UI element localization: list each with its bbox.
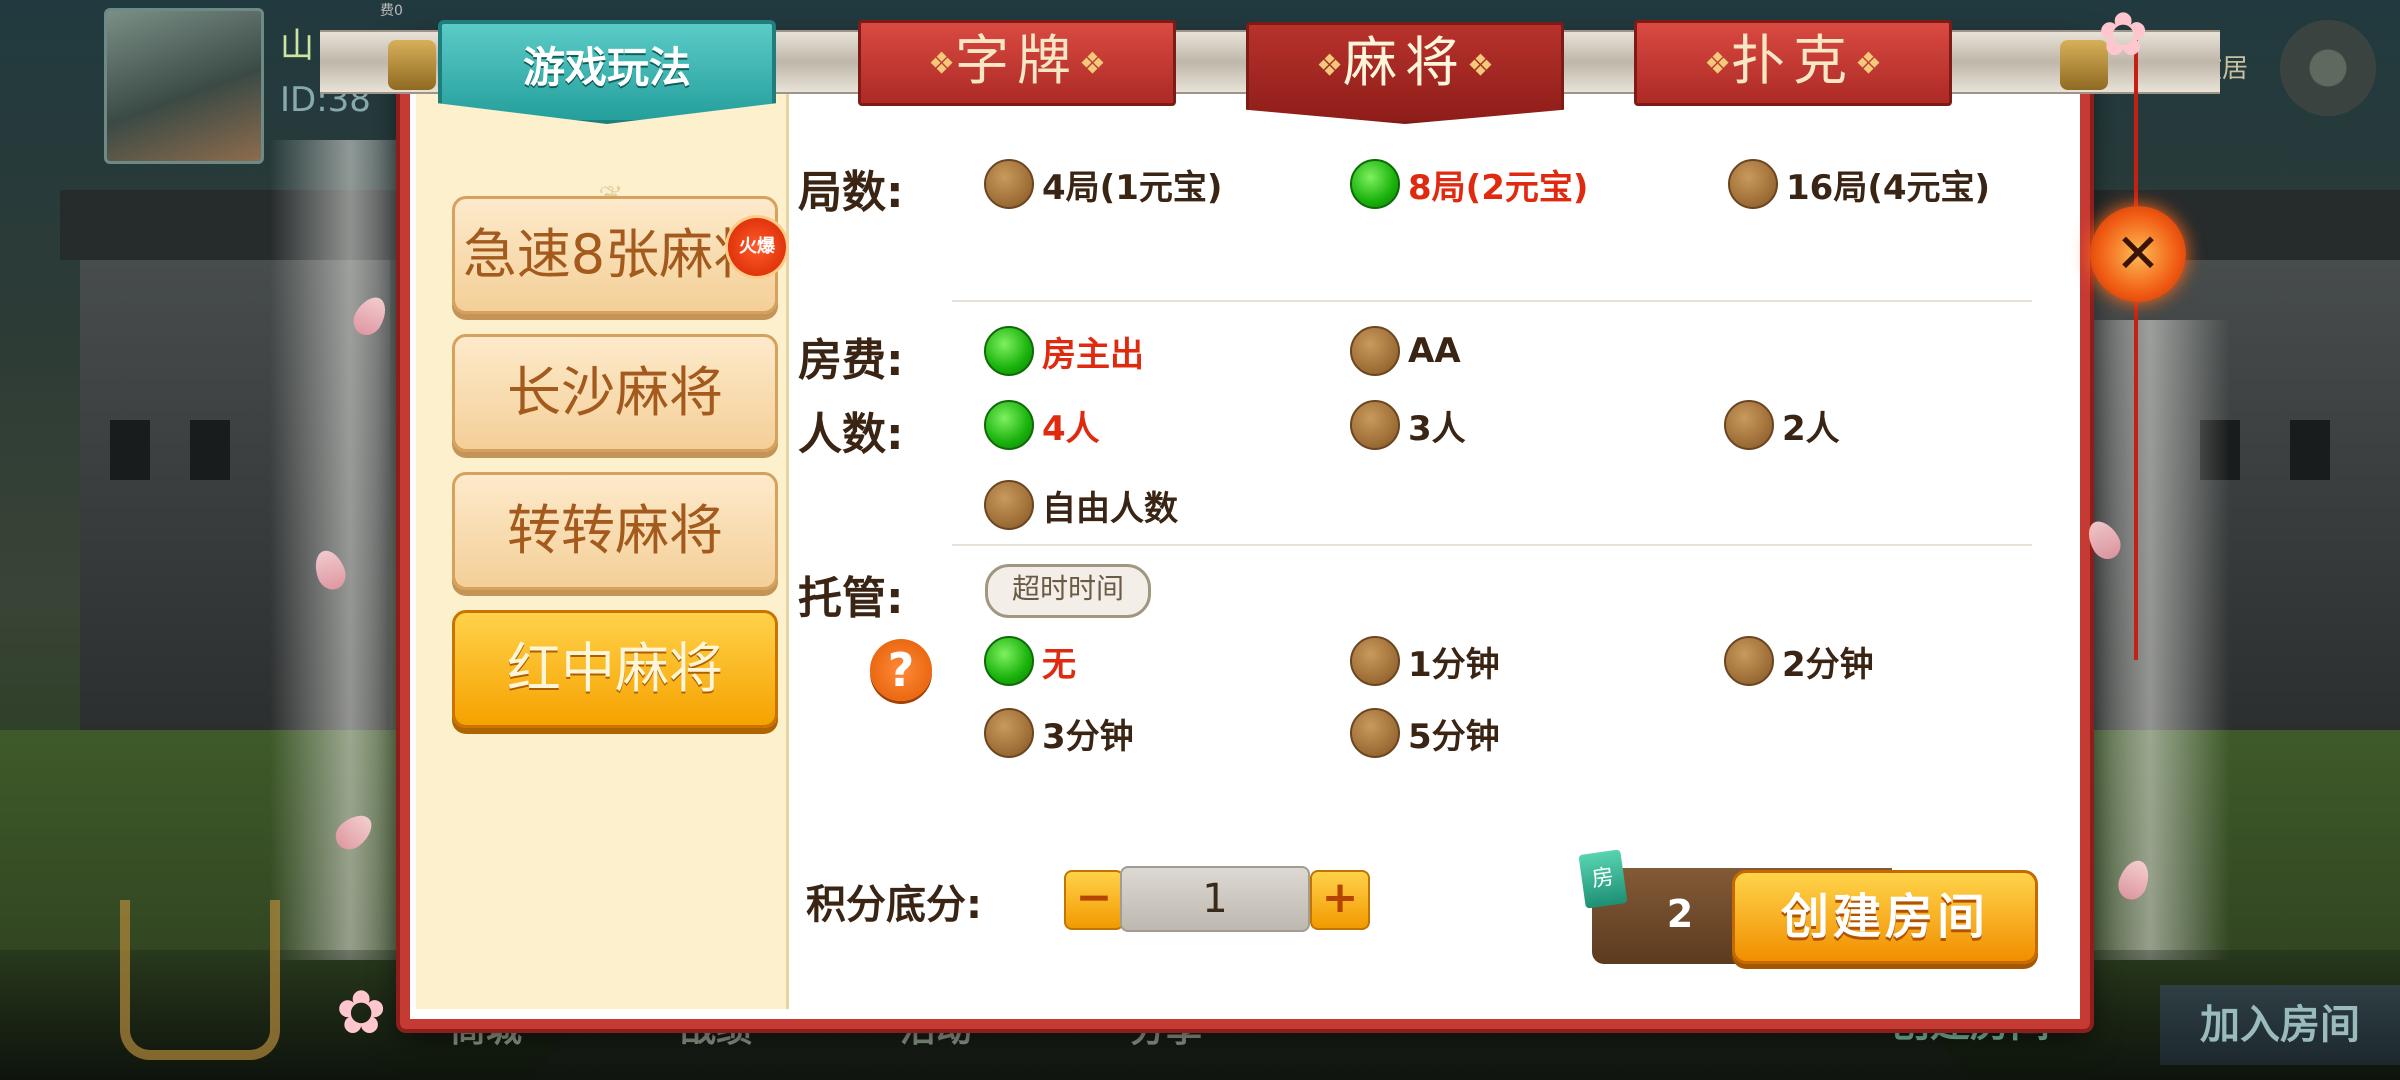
window	[2290, 420, 2330, 480]
tab-mahjong-label: 麻将	[1343, 31, 1467, 94]
option-label: 自由人数	[1042, 488, 1178, 529]
game-item-hongzhong[interactable]: 红中麻将	[452, 610, 778, 728]
blossom-icon: ✿	[336, 978, 387, 1048]
option-label: 5分钟	[1408, 716, 1500, 757]
option-label: 4局(1元宝)	[1042, 167, 1223, 208]
radio-icon	[1350, 326, 1400, 376]
avatar-badge: 费0	[380, 3, 403, 19]
radio-icon	[984, 480, 1034, 530]
room-card-cost: 2	[1666, 892, 1694, 936]
option-players-free[interactable]: 自由人数	[984, 480, 1178, 530]
player-avatar[interactable]	[104, 8, 264, 164]
option-label: 8局(2元宝)	[1408, 167, 1589, 208]
option-players-3[interactable]: 3人	[1350, 400, 1466, 450]
radio-icon	[1350, 708, 1400, 758]
option-label: 3分钟	[1042, 716, 1134, 757]
tab-poker-label: 扑克	[1731, 29, 1855, 92]
shop-cart-icon[interactable]	[120, 900, 280, 1060]
game-item-changsha[interactable]: 长沙麻将	[452, 334, 778, 452]
option-label: 2分钟	[1782, 644, 1874, 685]
radio-icon	[1728, 159, 1778, 209]
option-label: 房主出	[1042, 334, 1144, 375]
option-label: AA	[1408, 331, 1461, 371]
option-label: 无	[1042, 644, 1076, 685]
tab-zipai-label: 字牌	[955, 29, 1079, 92]
option-label: 1分钟	[1408, 644, 1500, 685]
game-item-zhuanzhuan[interactable]: 转转麻将	[452, 472, 778, 590]
option-label: 2人	[1782, 408, 1840, 449]
radio-selected-icon	[984, 400, 1034, 450]
room-card-icon: 房	[1578, 849, 1628, 909]
divider	[952, 300, 2032, 302]
create-room-dialog: ❦ 急速8张麻将 火爆 长沙麻将 转转麻将 红中麻将 游戏玩法 ❖字牌❖ ❖麻将…	[320, 20, 2220, 1029]
radio-icon	[1724, 636, 1774, 686]
curtain-right	[2070, 320, 2230, 960]
auto-play-label: 托管:	[798, 573, 904, 624]
rod-cap-left	[388, 40, 436, 90]
rounds-label: 局数:	[798, 167, 904, 218]
divider	[952, 544, 2032, 546]
option-fee-host[interactable]: 房主出	[984, 326, 1144, 376]
option-players-4[interactable]: 4人	[984, 400, 1100, 450]
score-plus-button[interactable]: +	[1310, 870, 1370, 930]
option-players-2[interactable]: 2人	[1724, 400, 1840, 450]
option-autoplay-2min[interactable]: 2分钟	[1724, 636, 1874, 686]
radio-selected-icon	[984, 326, 1034, 376]
option-rounds-4[interactable]: 4局(1元宝)	[984, 159, 1222, 209]
radio-selected-icon	[984, 636, 1034, 686]
tab-mahjong[interactable]: ❖麻将❖	[1246, 22, 1564, 124]
dialog-title: 游戏玩法	[438, 20, 776, 124]
player-name: 山	[280, 26, 314, 66]
help-icon[interactable]: ?	[870, 639, 932, 701]
option-label: 3人	[1408, 408, 1466, 449]
window	[190, 420, 230, 480]
create-room-button[interactable]: 创建房间	[1732, 870, 2038, 964]
option-autoplay-none[interactable]: 无	[984, 636, 1076, 686]
gear-icon[interactable]	[2280, 20, 2376, 116]
radio-icon	[984, 708, 1034, 758]
tab-poker[interactable]: ❖扑克❖	[1634, 20, 1952, 106]
blossom-icon: ✿	[2098, 0, 2149, 70]
tassel-decoration	[2134, 40, 2138, 660]
option-autoplay-5min[interactable]: 5分钟	[1350, 708, 1500, 758]
option-label: 16局(4元宝)	[1786, 167, 1991, 208]
players-label: 人数:	[798, 409, 904, 460]
window	[110, 420, 150, 480]
room-fee-label: 房费:	[798, 335, 904, 386]
option-fee-aa[interactable]: AA	[1350, 326, 1461, 376]
radio-icon	[1724, 400, 1774, 450]
radio-selected-icon	[1350, 159, 1400, 209]
radio-icon	[1350, 636, 1400, 686]
radio-icon	[1350, 400, 1400, 450]
score-label: 积分底分:	[806, 882, 982, 928]
option-rounds-16[interactable]: 16局(4元宝)	[1728, 159, 1990, 209]
option-autoplay-1min[interactable]: 1分钟	[1350, 636, 1500, 686]
join-room-button[interactable]: 加入房间	[2160, 985, 2400, 1065]
score-value-field[interactable]: 1	[1120, 866, 1310, 932]
game-list-sidebar: ❦ 急速8张麻将 火爆 长沙麻将 转转麻将 红中麻将	[416, 94, 789, 1009]
timeout-pill: 超时时间	[985, 564, 1151, 618]
tab-zipai[interactable]: ❖字牌❖	[858, 20, 1176, 106]
score-minus-button[interactable]: −	[1064, 870, 1124, 930]
radio-icon	[984, 159, 1034, 209]
close-icon[interactable]: ✕	[2090, 206, 2186, 302]
option-label: 4人	[1042, 408, 1100, 449]
option-rounds-8[interactable]: 8局(2元宝)	[1350, 159, 1588, 209]
option-autoplay-3min[interactable]: 3分钟	[984, 708, 1134, 758]
hot-badge: 火爆	[728, 218, 786, 276]
